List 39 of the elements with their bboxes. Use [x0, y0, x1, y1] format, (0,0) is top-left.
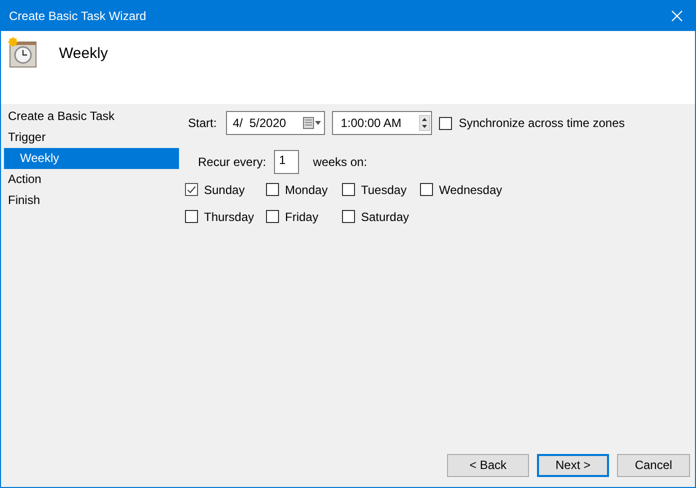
wizard-step[interactable]: Action	[4, 169, 179, 190]
recur-label: Recur every:	[198, 155, 266, 169]
check-icon	[186, 184, 197, 195]
wizard-step[interactable]: Create a Basic Task	[4, 106, 179, 127]
checkbox[interactable]	[266, 183, 279, 196]
checkbox[interactable]	[266, 210, 279, 223]
checkbox[interactable]	[342, 210, 355, 223]
wizard-button[interactable]: < Back	[447, 454, 529, 476]
up-arrow-icon[interactable]	[420, 116, 429, 123]
weeks-label: weeks on:	[313, 155, 368, 169]
wizard-step[interactable]: Weekly	[4, 148, 179, 169]
wizard-button[interactable]: Cancel	[617, 454, 690, 476]
sync-label: Synchronize across time zones	[458, 116, 625, 130]
checkbox[interactable]	[185, 183, 198, 196]
wizard-step[interactable]: Trigger	[4, 127, 179, 148]
start-label: Start:	[188, 116, 217, 130]
day-label: Tuesday	[361, 182, 407, 196]
page-heading: Weekly	[59, 45, 108, 62]
day-label: Thursday	[204, 210, 254, 224]
wizard-button[interactable]: Next >	[537, 454, 609, 476]
checkbox[interactable]	[342, 183, 355, 196]
down-arrow-icon[interactable]	[420, 123, 429, 130]
wizard-step[interactable]: Finish	[4, 190, 179, 211]
time-field[interactable]: 1:00:00 AM	[332, 111, 432, 135]
checkbox[interactable]	[438, 116, 452, 130]
recur-input[interactable]: 1	[274, 150, 300, 174]
clock-icon	[7, 37, 39, 69]
date-picker[interactable]: 4/ 5/2020	[226, 111, 325, 135]
close-icon[interactable]	[671, 10, 683, 22]
day-label: Monday	[285, 182, 328, 196]
checkbox[interactable]	[185, 210, 198, 223]
checkbox[interactable]	[420, 183, 433, 196]
day-label: Saturday	[361, 210, 410, 224]
calendar-dropdown-icon[interactable]	[302, 117, 321, 129]
day-label: Friday	[285, 210, 318, 224]
spin-buttons[interactable]	[418, 115, 430, 131]
day-label: Sunday	[204, 182, 245, 196]
window-title: Create Basic Task Wizard	[9, 8, 146, 22]
day-label: Wednesday	[439, 182, 502, 196]
